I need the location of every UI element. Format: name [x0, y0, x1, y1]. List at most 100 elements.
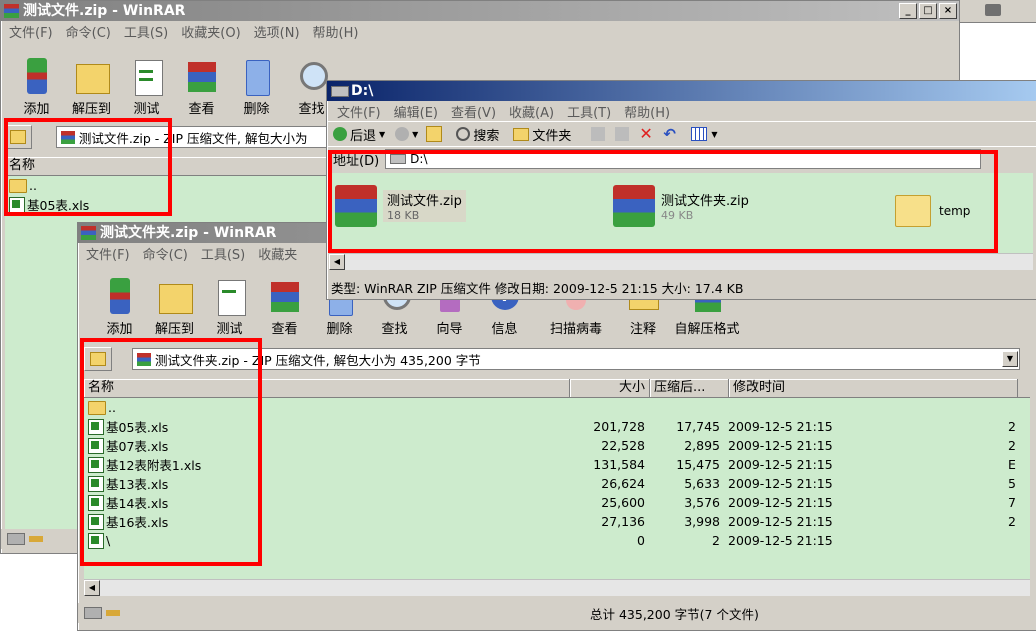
cell-modified: 2009-12-5 21:15	[728, 457, 833, 472]
menu-file[interactable]: 文件(F)	[5, 22, 62, 41]
explorer-horizontal-scrollbar[interactable]: ◀	[329, 253, 1033, 270]
menu-help[interactable]: 帮助(H)	[309, 22, 368, 41]
add-button[interactable]: 添加	[92, 276, 147, 337]
view-button[interactable]: 查看	[174, 56, 229, 117]
printer-icon[interactable]	[985, 4, 1001, 16]
cell-packed: 2	[712, 533, 720, 548]
up-button[interactable]	[426, 126, 443, 142]
extract-to-button[interactable]: 解压到	[147, 276, 202, 337]
explorer-address-field[interactable]: D:\	[385, 149, 982, 169]
table-row[interactable]: 基14表.xls 25,600 3,576 2009-12-5 21:15 7	[84, 493, 1030, 512]
close-button[interactable]: ×	[939, 3, 957, 19]
directory-icon	[88, 532, 104, 549]
column-modified[interactable]: 修改时间	[729, 379, 1018, 397]
explorer-file-view[interactable]: 测试文件.zip 18 KB 测试文件夹.zip 49 KB temp	[329, 173, 1033, 253]
window-2-address-field[interactable]: 测试文件夹.zip - ZIP 压缩文件, 解包大小为 435,200 字节 ▼	[132, 348, 1020, 370]
window-1-titlebar[interactable]: 测试文件.zip - WinRAR _ □ ×	[1, 1, 959, 21]
explorer-file-item[interactable]: 测试文件.zip 18 KB	[335, 185, 466, 227]
view-button[interactable]: 查看	[257, 276, 312, 337]
cell-size: 201,728	[593, 419, 645, 434]
menu-tools[interactable]: 工具(S)	[120, 22, 177, 41]
zip-icon	[137, 352, 151, 366]
up-folder-button[interactable]	[84, 347, 112, 371]
menu-tools[interactable]: 工具(S)	[197, 244, 254, 263]
delete-icon[interactable]: ✕	[639, 126, 653, 142]
cell-extra: 2	[1008, 438, 1016, 453]
menu-favorites[interactable]: 收藏夹	[254, 244, 306, 263]
menu-favorites[interactable]: 收藏夹(O)	[177, 22, 249, 41]
menu-tools[interactable]: 工具(T)	[563, 102, 620, 121]
view-icon	[184, 56, 220, 96]
test-button[interactable]: 测试	[202, 276, 257, 337]
table-row[interactable]: 基12表附表1.xls 131,584 15,475 2009-12-5 21:15 E	[84, 455, 1030, 474]
scroll-left-button[interactable]: ◀	[329, 254, 345, 270]
column-name[interactable]: 名称	[84, 379, 570, 397]
column-size[interactable]: 大小	[570, 379, 650, 397]
menu-view[interactable]: 查看(V)	[447, 102, 505, 121]
undo-icon[interactable]: ↶	[663, 127, 677, 142]
explorer-window[interactable]: D:\ 文件(F) 编辑(E) 查看(V) 收藏(A) 工具(T) 帮助(H) …	[326, 80, 1036, 300]
test-button[interactable]: 测试	[119, 56, 174, 117]
cell-size: 0	[637, 533, 645, 548]
menu-file[interactable]: 文件(F)	[333, 102, 390, 121]
window-1-title: 测试文件.zip - WinRAR	[23, 3, 186, 19]
menu-edit[interactable]: 编辑(E)	[390, 102, 447, 121]
list-item[interactable]: 基05表.xls	[5, 195, 330, 214]
window-2-address-bar: 测试文件夹.zip - ZIP 压缩文件, 解包大小为 435,200 字节 ▼	[84, 347, 1030, 371]
folder-icon	[88, 400, 106, 415]
explorer-titlebar[interactable]: D:\	[327, 81, 1036, 101]
minimize-button[interactable]: _	[899, 3, 917, 19]
table-row[interactable]: 基05表.xls 201,728 17,745 2009-12-5 21:15 2	[84, 417, 1030, 436]
table-row[interactable]: ..	[84, 398, 1030, 417]
excel-file-icon	[88, 494, 104, 511]
table-row[interactable]: 基16表.xls 27,136 3,998 2009-12-5 21:15 2	[84, 512, 1030, 531]
view-icon	[267, 276, 303, 316]
menu-help[interactable]: 帮助(H)	[620, 102, 679, 121]
extract-to-button[interactable]: 解压到	[64, 56, 119, 117]
up-arrow-icon	[90, 352, 106, 366]
explorer-file-item[interactable]: 测试文件夹.zip 49 KB	[613, 185, 749, 227]
back-button[interactable]: 后退 ▼	[333, 125, 385, 144]
excel-file-icon	[88, 418, 104, 435]
address-dropdown-button[interactable]: ▼	[1002, 351, 1018, 367]
explorer-address-bar: 地址(D) D:\	[327, 146, 1036, 171]
window-1-address-field[interactable]: 测试文件.zip - ZIP 压缩文件, 解包大小为	[55, 126, 335, 148]
menu-options[interactable]: 选项(N)	[250, 22, 309, 41]
folders-button[interactable]: 文件夹	[513, 125, 571, 144]
explorer-folder-item[interactable]: temp	[895, 195, 970, 227]
cell-extra: 2	[1008, 419, 1016, 434]
table-row[interactable]: 基07表.xls 22,528 2,895 2009-12-5 21:15 2	[84, 436, 1030, 455]
search-icon	[456, 127, 471, 141]
forward-button[interactable]: ▼	[395, 127, 418, 141]
cell-size: 131,584	[593, 457, 645, 472]
maximize-button[interactable]: □	[919, 3, 937, 19]
column-packed[interactable]: 压缩后...	[650, 379, 729, 397]
move-to-icon[interactable]	[591, 127, 606, 141]
window-2-horizontal-scrollbar[interactable]: ◀	[84, 579, 1030, 596]
add-button[interactable]: 添加	[9, 56, 64, 117]
up-arrow-icon	[10, 130, 27, 144]
explorer-toolbar: 后退 ▼ ▼ 搜索 文件夹 ✕ ↶ ▼	[327, 121, 1036, 146]
table-row[interactable]: \ 0 2 2009-12-5 21:15	[84, 531, 1030, 550]
cell-size: 27,136	[601, 514, 645, 529]
window-1-statusbar	[1, 529, 81, 549]
delete-button[interactable]: 删除	[229, 56, 284, 117]
drive-icon	[390, 154, 407, 164]
menu-file[interactable]: 文件(F)	[82, 244, 139, 263]
cell-size: 25,600	[601, 495, 645, 510]
search-button[interactable]: 搜索	[456, 125, 499, 144]
list-item[interactable]: ..	[5, 176, 330, 195]
cell-extra: E	[1008, 457, 1016, 472]
column-name[interactable]: 名称	[5, 157, 330, 175]
menu-favorites[interactable]: 收藏(A)	[505, 102, 563, 121]
table-row[interactable]: 基13表.xls 26,624 5,633 2009-12-5 21:15 5	[84, 474, 1030, 493]
scroll-left-button[interactable]: ◀	[84, 580, 100, 596]
up-folder-button[interactable]	[5, 125, 32, 149]
copy-to-icon[interactable]	[615, 127, 630, 141]
extract-folder-icon	[157, 276, 193, 316]
window-2-file-list[interactable]: 名称 大小 压缩后... 修改时间 .. 基05表.xls 201,728 17,74…	[84, 379, 1030, 579]
window-2-statusbar: 总计 435,200 字节(7 个文件)	[78, 603, 1036, 623]
views-icon[interactable]	[691, 127, 708, 141]
menu-command[interactable]: 命令(C)	[139, 244, 197, 263]
menu-command[interactable]: 命令(C)	[62, 22, 120, 41]
